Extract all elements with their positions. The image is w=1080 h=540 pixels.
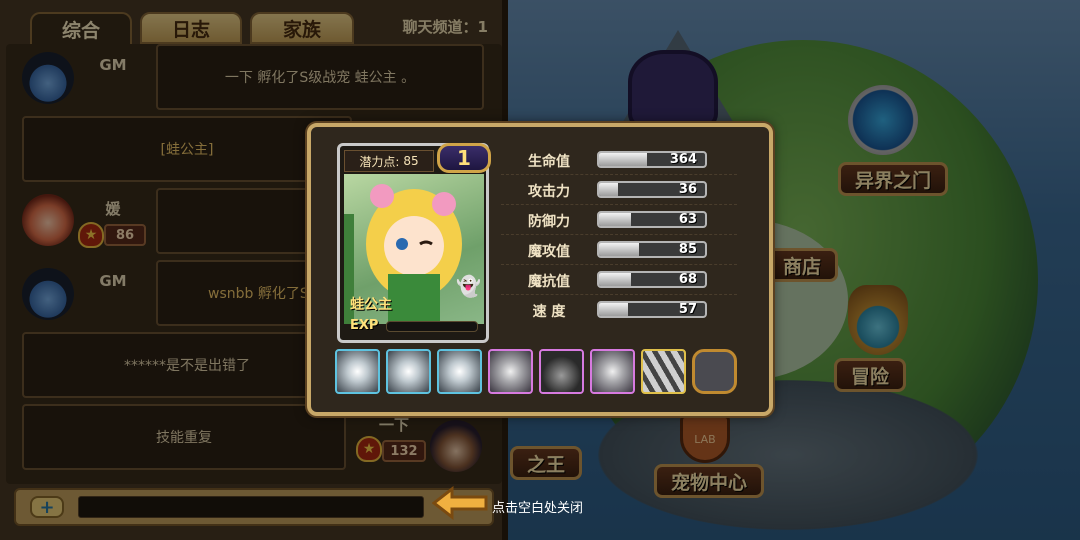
potential-label: 潜力点: — [359, 154, 400, 169]
exp-label: EXP — [350, 318, 379, 333]
stat-value: 36 — [678, 182, 697, 197]
skill-burst-icon[interactable] — [335, 349, 380, 394]
stat-row-magic-attack: 魔攻值 85 — [501, 235, 737, 265]
stat-row-attack: 攻击力 36 — [501, 175, 737, 205]
potential-value: 85 — [403, 154, 419, 168]
stat-bar: 364 — [597, 151, 707, 168]
stat-fill — [599, 183, 619, 196]
skill-dark-icon[interactable] — [539, 349, 584, 394]
stat-row-magic-resist: 魔抗值 68 — [501, 265, 737, 295]
stat-bar: 85 — [597, 241, 707, 258]
back-arrow-icon[interactable] — [432, 486, 490, 520]
exp-bar — [386, 321, 478, 332]
pet-detail-panel: 潜力点: 85 👻 蛙公主 EXP 1 生命值 364 攻击力 36 防御力 6… — [307, 123, 773, 416]
stat-fill — [599, 303, 628, 316]
stat-value: 68 — [678, 272, 697, 287]
stat-bar: 68 — [597, 271, 707, 288]
stat-label: 魔攻值 — [528, 244, 570, 260]
stat-value: 57 — [678, 302, 697, 317]
stat-label: 魔抗值 — [528, 274, 570, 290]
stat-bar: 57 — [597, 301, 707, 318]
pet-card: 潜力点: 85 👻 蛙公主 EXP — [337, 143, 489, 343]
potential-points: 潜力点: 85 — [344, 150, 434, 172]
close-hint-text: 点击空白处关闭 — [492, 501, 584, 516]
skill-blades-icon[interactable] — [641, 349, 686, 394]
pet-name: 蛙公主 — [350, 297, 392, 313]
stat-bar: 36 — [597, 181, 707, 198]
stat-bar: 63 — [597, 211, 707, 228]
stat-label: 生命值 — [528, 154, 570, 170]
skill-slots — [335, 349, 737, 394]
empty-skill-slot-icon[interactable] — [692, 349, 737, 394]
stat-value: 63 — [678, 212, 697, 227]
stat-value: 85 — [678, 242, 697, 257]
stat-row-speed: 速 度 57 — [501, 295, 737, 325]
stat-value: 364 — [669, 152, 697, 167]
stat-fill — [599, 243, 640, 256]
stat-label: 速 度 — [532, 304, 566, 320]
stat-label: 防御力 — [528, 214, 570, 230]
stat-row-defense: 防御力 63 — [501, 205, 737, 235]
skill-dark-overlay — [541, 351, 582, 392]
stat-fill — [599, 273, 631, 286]
stat-fill — [599, 213, 631, 226]
stat-row-hp: 生命值 364 — [501, 145, 737, 175]
skill-burst-icon[interactable] — [386, 349, 431, 394]
skill-spikes-icon[interactable] — [488, 349, 533, 394]
skill-spikes-icon[interactable] — [437, 349, 482, 394]
stat-fill — [599, 153, 647, 166]
ghost-icon: 👻 — [456, 274, 481, 298]
skill-star-icon[interactable] — [590, 349, 635, 394]
pet-stats: 生命值 364 攻击力 36 防御力 63 魔攻值 85 魔抗值 68 速 度 … — [501, 145, 737, 325]
stat-label: 攻击力 — [528, 184, 570, 200]
pet-level-badge: 1 — [437, 143, 491, 173]
